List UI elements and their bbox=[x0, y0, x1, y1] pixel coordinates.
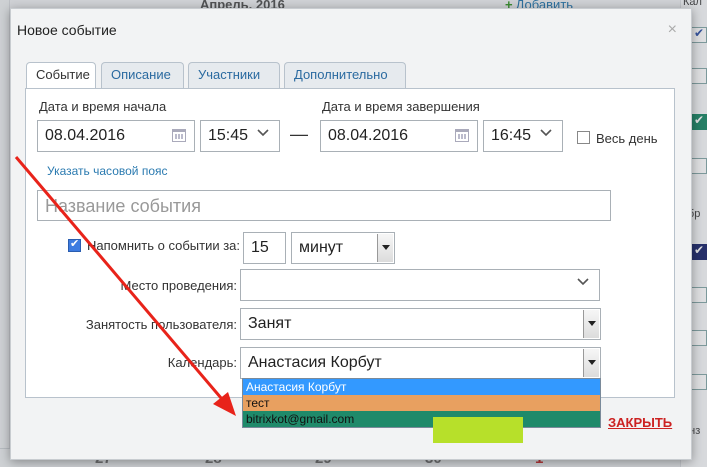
tab-additional[interactable]: Дополнительно bbox=[284, 62, 406, 88]
calendar-icon[interactable] bbox=[455, 129, 469, 142]
end-time-value: 16:45 bbox=[491, 127, 532, 144]
end-time-select[interactable]: 16:45 bbox=[483, 120, 563, 152]
dropdown-arrow-icon bbox=[583, 310, 599, 338]
calendar-option[interactable]: тест bbox=[243, 395, 600, 411]
dropdown-arrow-icon bbox=[377, 234, 393, 262]
calendar-select[interactable]: Анастасия Корбут bbox=[240, 347, 601, 379]
calendar-option[interactable]: bitrixkot@gmail.com bbox=[243, 411, 600, 427]
busy-value: Занят bbox=[248, 315, 292, 332]
calendar-value: Анастасия Корбут bbox=[248, 354, 382, 371]
timezone-link[interactable]: Указать часовой пояс bbox=[47, 164, 168, 178]
start-time-select[interactable]: 15:45 bbox=[200, 120, 280, 152]
tab-description[interactable]: Описание bbox=[101, 62, 184, 88]
dropdown-arrow-icon bbox=[583, 349, 599, 377]
remind-value-input[interactable]: 15 bbox=[243, 232, 286, 264]
tab-event[interactable]: Событие bbox=[26, 62, 96, 89]
remind-value: 15 bbox=[251, 239, 269, 256]
calendar-dropdown-list: Анастасия Корбут тест bitrixkot@gmail.co… bbox=[242, 378, 601, 428]
start-time-value: 15:45 bbox=[208, 127, 249, 144]
end-date-value: 08.04.2016 bbox=[328, 127, 409, 144]
event-name-placeholder: Название события bbox=[45, 196, 201, 216]
calendar-option[interactable]: Анастасия Корбут bbox=[243, 379, 600, 395]
busy-select[interactable]: Занят bbox=[240, 308, 601, 340]
start-date-input[interactable]: 08.04.2016 bbox=[37, 120, 195, 152]
calendar-icon[interactable] bbox=[172, 129, 186, 142]
busy-label: Занятость пользователя: bbox=[85, 317, 237, 332]
start-date-value: 08.04.2016 bbox=[45, 127, 126, 144]
chevron-down-icon bbox=[577, 278, 589, 286]
close-link[interactable]: ЗАКРЫТЬ bbox=[608, 415, 672, 430]
tab-participants[interactable]: Участники bbox=[188, 62, 280, 88]
place-select[interactable] bbox=[240, 269, 600, 301]
dialog-title: Новое событие bbox=[17, 22, 117, 38]
calendar-label: Календарь: bbox=[167, 355, 237, 370]
start-label: Дата и время начала bbox=[39, 99, 167, 114]
all-day-label: Весь день bbox=[596, 131, 658, 146]
remind-label: Напомнить о событии за: bbox=[87, 238, 241, 253]
chevron-down-icon bbox=[540, 129, 552, 137]
end-date-input[interactable]: 08.04.2016 bbox=[320, 120, 478, 152]
remind-unit-value: минут bbox=[299, 239, 344, 256]
all-day-checkbox[interactable] bbox=[577, 131, 590, 144]
remind-unit-select[interactable]: минут bbox=[291, 232, 395, 264]
date-range-dash: — bbox=[290, 124, 308, 144]
save-button[interactable] bbox=[433, 417, 523, 443]
chevron-down-icon bbox=[257, 129, 269, 137]
place-label: Место проведения: bbox=[120, 278, 237, 293]
dialog-close-icon[interactable]: × bbox=[668, 21, 677, 39]
remind-checkbox[interactable] bbox=[68, 237, 81, 252]
event-name-input[interactable]: Название события bbox=[37, 190, 611, 221]
end-label: Дата и время завершения bbox=[322, 99, 480, 114]
